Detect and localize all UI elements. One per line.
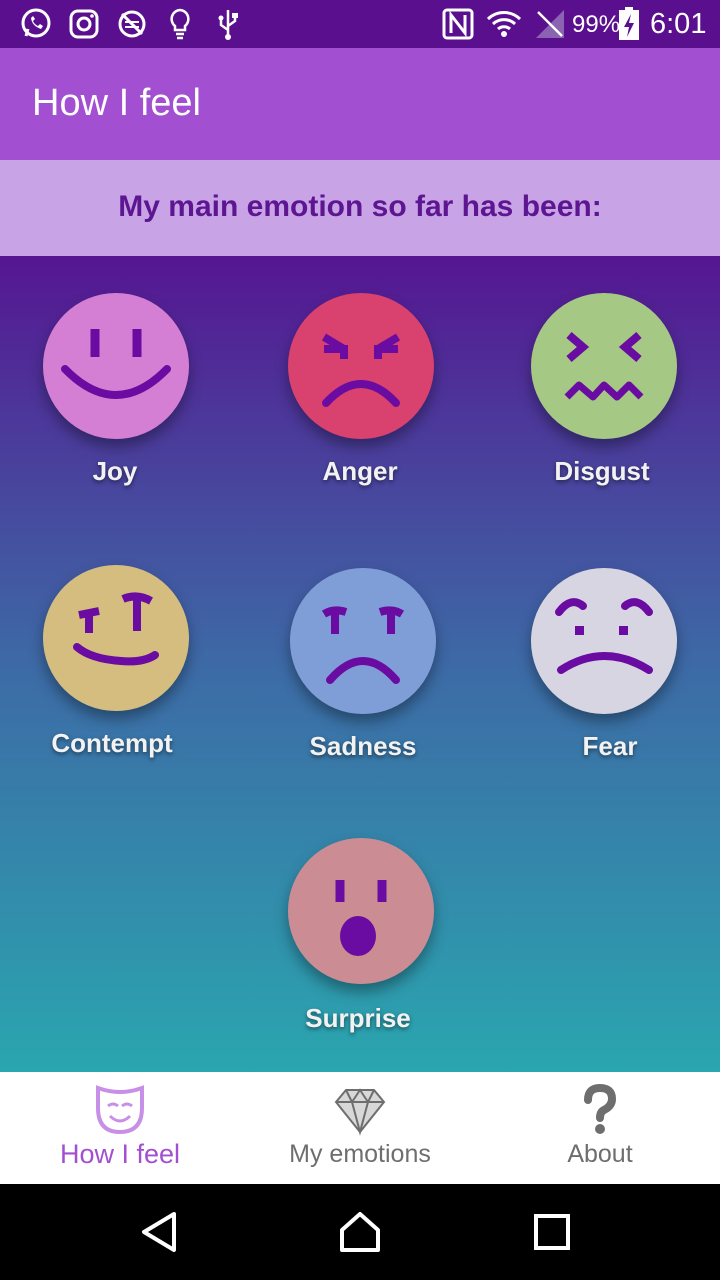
home-icon[interactable] <box>336 1208 384 1256</box>
wifi-icon <box>486 11 522 37</box>
nav-about[interactable]: About <box>480 1072 720 1184</box>
emotion-sadness[interactable]: Sadness <box>240 528 480 768</box>
main-emotion-banner: My main emotion so far has been: <box>0 160 720 256</box>
emotion-surprise[interactable]: Surprise <box>240 801 480 1041</box>
no-sync-icon <box>118 10 146 38</box>
system-nav-bar <box>0 1184 720 1280</box>
joy-face-icon[interactable] <box>43 293 189 439</box>
question-icon <box>584 1084 617 1134</box>
lightbulb-icon <box>170 8 190 40</box>
emotion-contempt[interactable]: Contempt <box>0 528 240 768</box>
fear-face-icon[interactable] <box>531 568 677 714</box>
emotion-fear[interactable]: Fear <box>480 528 720 768</box>
anger-face-icon[interactable] <box>288 293 434 439</box>
surprise-face-icon[interactable] <box>288 838 434 984</box>
clock: 6:01 <box>650 8 707 40</box>
status-bar: 99% 6:01 <box>0 0 720 48</box>
nav-label-about: About <box>567 1140 633 1168</box>
emotion-label-joy: Joy <box>92 456 138 486</box>
main-emotion-text: My main emotion so far has been: <box>118 190 602 223</box>
emotion-label-fear: Fear <box>582 731 638 761</box>
emotion-grid: Joy Anger Disgust Contempt Sadness Fear … <box>0 256 720 1072</box>
nfc-icon <box>442 8 474 40</box>
battery-charging-icon <box>619 7 639 40</box>
emotion-anger[interactable]: Anger <box>240 256 480 496</box>
usb-icon <box>218 10 238 40</box>
no-signal-icon <box>536 10 564 38</box>
emotion-label-sadness: Sadness <box>309 731 417 761</box>
diamond-icon <box>334 1088 386 1136</box>
contempt-face-icon[interactable] <box>43 565 189 711</box>
emotion-label-disgust: Disgust <box>554 456 650 486</box>
emotion-label-surprise: Surprise <box>305 1003 411 1033</box>
battery-percent: 99% <box>572 11 621 38</box>
recents-icon[interactable] <box>528 1208 576 1256</box>
emotion-joy[interactable]: Joy <box>0 256 240 496</box>
page-title: How I feel <box>32 82 201 124</box>
emotion-disgust[interactable]: Disgust <box>480 256 720 496</box>
sadness-face-icon[interactable] <box>290 568 436 714</box>
disgust-face-icon[interactable] <box>531 293 677 439</box>
nav-my-emotions[interactable]: My emotions <box>240 1072 480 1184</box>
app-bar: How I feel <box>0 48 720 160</box>
bottom-nav: How I feel My emotions About <box>0 1072 720 1184</box>
back-icon[interactable] <box>136 1208 184 1256</box>
emotion-label-contempt: Contempt <box>51 728 173 758</box>
nav-label-how-i-feel: How I feel <box>59 1139 181 1169</box>
instagram-icon <box>69 9 99 39</box>
emotion-label-anger: Anger <box>322 456 398 486</box>
whatsapp-icon <box>21 8 51 38</box>
nav-label-my-emotions: My emotions <box>289 1140 431 1168</box>
nav-how-i-feel[interactable]: How I feel <box>0 1072 240 1184</box>
mask-icon <box>96 1085 144 1135</box>
